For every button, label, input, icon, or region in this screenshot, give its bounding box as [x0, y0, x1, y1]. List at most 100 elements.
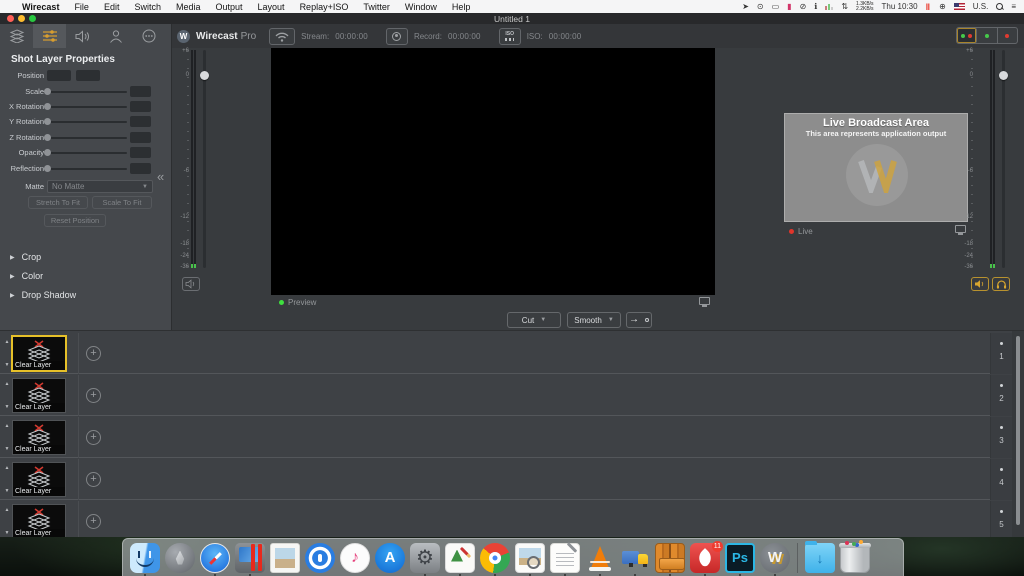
- move-layer-up-icon[interactable]: ▲: [5, 466, 10, 471]
- parallels-icon[interactable]: [235, 543, 265, 573]
- dock-item-launchpad[interactable]: [164, 540, 196, 576]
- z-rotation-slider-knob[interactable]: [44, 134, 51, 141]
- vlc-icon[interactable]: [585, 543, 615, 573]
- layout-both-button[interactable]: [957, 28, 977, 43]
- go-transition-button[interactable]: →: [626, 312, 652, 328]
- layout-live-button[interactable]: [998, 28, 1017, 43]
- add-shot-button[interactable]: +: [86, 430, 101, 445]
- graphics-icon[interactable]: [445, 543, 475, 573]
- preview-icon[interactable]: [515, 543, 545, 573]
- reflection-value-field[interactable]: [130, 163, 151, 174]
- dock-item-itunes[interactable]: ♪: [339, 540, 371, 576]
- dock-item-preview[interactable]: [514, 540, 546, 576]
- x-rotation-value-field[interactable]: [130, 101, 151, 112]
- dock-item-archive[interactable]: [654, 540, 686, 576]
- menu-item-layout[interactable]: Layout: [258, 2, 285, 12]
- spotlight-search-icon[interactable]: [996, 3, 1003, 10]
- add-shot-button[interactable]: +: [86, 346, 101, 361]
- y-rotation-value-field[interactable]: [130, 116, 151, 127]
- dock-item-chrome[interactable]: [479, 540, 511, 576]
- mail-icon[interactable]: [270, 543, 300, 573]
- dock-item-sysprefs[interactable]: ⚙: [409, 540, 441, 576]
- dock-item-1password[interactable]: [304, 540, 336, 576]
- matte-select[interactable]: No Matte ▼: [47, 180, 153, 193]
- drop-shadow-section-header[interactable]: ▶ Drop Shadow: [10, 290, 76, 300]
- opacity-slider[interactable]: [47, 152, 127, 154]
- dock-item-wirecast[interactable]: W: [759, 540, 791, 576]
- photoshop-icon[interactable]: Ps: [725, 543, 755, 573]
- x-rotation-slider[interactable]: [47, 106, 127, 108]
- clear-layer-shot[interactable]: Clear Layer: [12, 462, 66, 497]
- input-flag-icon[interactable]: [954, 3, 965, 10]
- sync-icon[interactable]: ⇅: [841, 2, 848, 11]
- dock-item-parallels[interactable]: [234, 540, 266, 576]
- screen-recording-icon[interactable]: ▮: [787, 2, 791, 11]
- launchpad-icon[interactable]: [165, 543, 195, 573]
- scale-slider[interactable]: [47, 91, 127, 93]
- tab-shot-layer-properties[interactable]: [33, 24, 66, 48]
- add-shot-button[interactable]: +: [86, 514, 101, 529]
- move-layer-up-icon[interactable]: ▲: [5, 424, 10, 429]
- live-volume-slider[interactable]: [1002, 50, 1005, 268]
- collapse-panel-button[interactable]: «: [157, 169, 164, 184]
- dock-item-appstore[interactable]: A: [374, 540, 406, 576]
- crop-section-header[interactable]: ▶ Crop: [10, 252, 41, 262]
- preview-volume-slider[interactable]: [203, 50, 206, 268]
- pause-indicator-icon[interactable]: ‖: [926, 2, 931, 12]
- position-x-field[interactable]: [47, 70, 71, 81]
- preview-fullscreen-icon[interactable]: [699, 297, 710, 305]
- dock-item-finder[interactable]: [129, 540, 161, 576]
- percent-icon[interactable]: ⊘: [800, 2, 807, 11]
- notification-center-icon[interactable]: ≡: [1011, 2, 1016, 11]
- move-layer-down-icon[interactable]: ▼: [5, 363, 10, 368]
- menu-item-edit[interactable]: Edit: [104, 2, 120, 12]
- clear-layer-shot[interactable]: Clear Layer: [12, 420, 66, 455]
- opacity-value-field[interactable]: [130, 147, 151, 158]
- istat-bars-icon[interactable]: [825, 3, 833, 10]
- dock-item-photoshop[interactable]: Ps: [724, 540, 756, 576]
- appstore-icon[interactable]: A: [375, 543, 405, 573]
- preview-canvas[interactable]: [271, 48, 715, 295]
- menu-item-file[interactable]: File: [74, 2, 89, 12]
- scale-to-fit-button[interactable]: Scale To Fit: [92, 196, 152, 209]
- tab-audio[interactable]: [66, 24, 99, 48]
- input-source-label[interactable]: U.S.: [973, 2, 989, 11]
- menu-item-switch[interactable]: Switch: [134, 2, 161, 12]
- menu-clock[interactable]: Thu 10:30: [882, 2, 918, 11]
- x-rotation-slider-knob[interactable]: [44, 103, 51, 110]
- menu-item-output[interactable]: Output: [216, 2, 243, 12]
- reset-position-button[interactable]: Reset Position: [44, 214, 106, 227]
- scale-slider-knob[interactable]: [44, 88, 51, 95]
- downloads-icon[interactable]: ↓: [805, 543, 835, 573]
- sysprefs-icon[interactable]: ⚙: [410, 543, 440, 573]
- move-layer-down-icon[interactable]: ▼: [5, 489, 10, 494]
- clear-layer-shot[interactable]: Clear Layer: [12, 378, 66, 413]
- color-section-header[interactable]: ▶ Color: [10, 271, 43, 281]
- transition-smooth-button[interactable]: Smooth ▼: [567, 312, 621, 328]
- stream-button[interactable]: [269, 28, 295, 45]
- textedit-icon[interactable]: [550, 543, 580, 573]
- 1password-icon[interactable]: [305, 543, 335, 573]
- stretch-to-fit-button[interactable]: Stretch To Fit: [28, 196, 88, 209]
- archive-icon[interactable]: [655, 543, 685, 573]
- leaf-icon[interactable]: 11: [690, 543, 720, 573]
- dock-item-leaf[interactable]: 11: [689, 540, 721, 576]
- reflection-slider-knob[interactable]: [44, 165, 51, 172]
- dock-item-vlc[interactable]: [584, 540, 616, 576]
- layout-preview-button[interactable]: [977, 28, 997, 43]
- preview-volume-knob[interactable]: [200, 71, 209, 80]
- lock-icon[interactable]: ⊙: [757, 2, 764, 11]
- move-layer-down-icon[interactable]: ▼: [5, 531, 10, 536]
- menu-item-wirecast[interactable]: Wirecast: [22, 2, 59, 12]
- transition-cut-button[interactable]: Cut ▼: [507, 312, 561, 328]
- menu-item-replay+iso[interactable]: Replay+ISO: [300, 2, 349, 12]
- trash-icon[interactable]: [840, 543, 870, 573]
- y-rotation-slider[interactable]: [47, 121, 127, 123]
- reflection-slider[interactable]: [47, 168, 127, 170]
- shots-scrollbar[interactable]: [1016, 336, 1020, 525]
- live-volume-knob[interactable]: [999, 71, 1008, 80]
- chrome-icon[interactable]: [480, 543, 510, 573]
- clear-layer-shot[interactable]: Clear Layer: [12, 504, 66, 537]
- window-title-bar[interactable]: Untitled 1: [0, 13, 1024, 24]
- add-shot-button[interactable]: +: [86, 472, 101, 487]
